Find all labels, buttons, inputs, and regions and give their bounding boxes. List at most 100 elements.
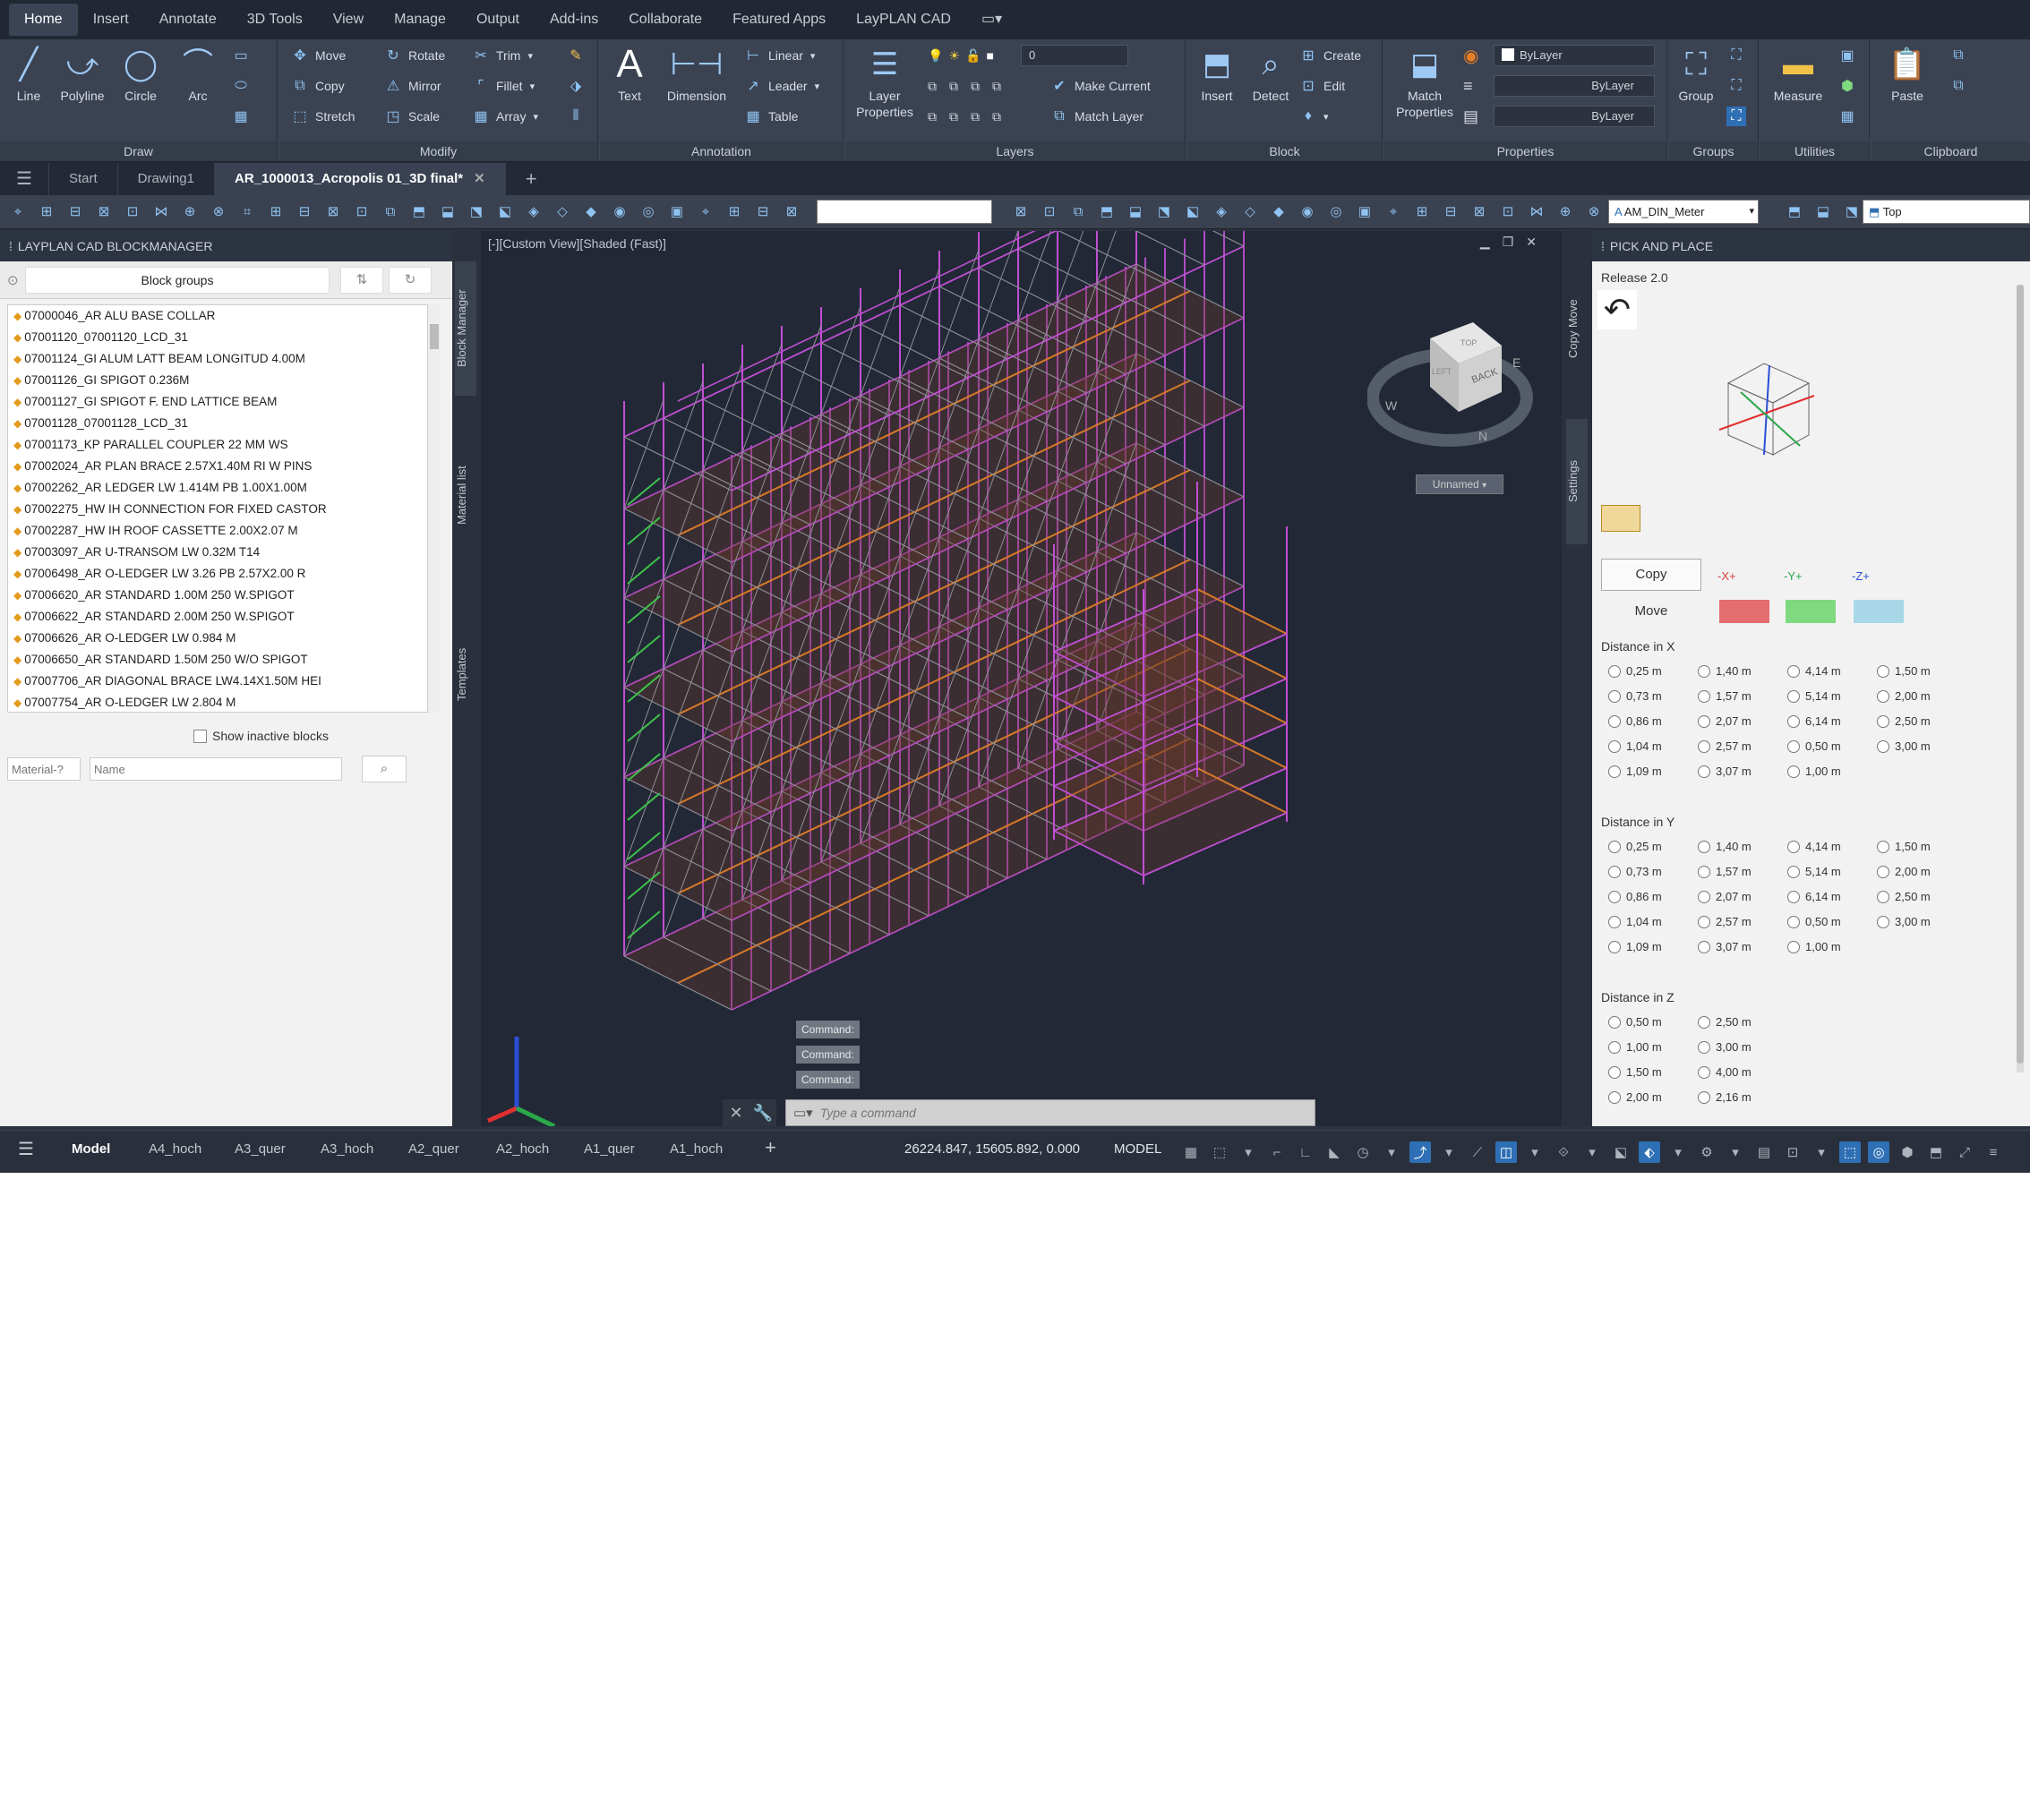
distance-option[interactable]: 1,09 m xyxy=(1608,940,1662,953)
distance-option[interactable]: 2,16 m xyxy=(1698,1090,1752,1104)
lineweight-dropdown[interactable]: ByLayer xyxy=(1494,106,1655,127)
layers-panel-title[interactable]: Layers xyxy=(845,141,1185,161)
layer-unlock-icon[interactable]: ⧉ xyxy=(992,109,1001,124)
tab-start[interactable]: Start xyxy=(49,163,118,195)
mirror-button[interactable]: ⚠ Mirror xyxy=(383,73,441,98)
rectangle-button[interactable]: ▭ xyxy=(231,43,256,68)
distance-option[interactable]: 3,00 m xyxy=(1877,739,1931,753)
dim-style-dropdown[interactable]: A AM_DIN_Meter ▾ xyxy=(1608,200,1759,224)
array-button[interactable]: ▦ Array ▾ xyxy=(471,104,538,129)
arc-button[interactable]: ⌒ Arc xyxy=(176,45,220,104)
command-close-icon[interactable]: ✕ xyxy=(723,1099,749,1126)
distance-option[interactable]: 1,50 m xyxy=(1877,840,1931,853)
distance-option[interactable]: 3,07 m xyxy=(1698,765,1752,778)
trim-button[interactable]: ✂ Trim ▾ xyxy=(471,43,533,68)
distance-option[interactable]: 5,14 m xyxy=(1787,689,1841,703)
status-toggle-icon[interactable]: ⤴ xyxy=(1409,1141,1431,1163)
toolbar-tool-icon[interactable]: ⌗ xyxy=(236,201,258,222)
status-toggle-icon[interactable]: ⚙ xyxy=(1696,1141,1717,1163)
block-list-item[interactable]: ◆ 07001128_07001128_LCD_31 xyxy=(8,413,427,434)
block-list-scrollbar[interactable] xyxy=(428,304,441,713)
layout-tab-a1-quer[interactable]: A1_quer xyxy=(584,1141,635,1157)
toolbar-tool-icon[interactable]: ⊠ xyxy=(1010,201,1032,222)
layer-dropdown[interactable]: 0 xyxy=(1021,45,1128,66)
tab-settings[interactable]: Settings xyxy=(1566,419,1588,544)
toolbar-tool-icon[interactable]: ◈ xyxy=(1211,201,1232,222)
layout-tab-a2-hoch[interactable]: A2_hoch xyxy=(496,1141,549,1157)
toolbar-tool-icon[interactable]: ▣ xyxy=(666,201,688,222)
menu-tab-layplan-cad[interactable]: LayPLAN CAD xyxy=(841,4,966,36)
block-attributes-button[interactable]: ♦ ▾ xyxy=(1298,104,1329,129)
toolbar-tool-icon[interactable]: ⬒ xyxy=(408,201,430,222)
layer-isolate-icon[interactable]: ⧉ xyxy=(928,79,937,94)
block-list-item[interactable]: ◆ 07000046_AR ALU BASE COLLAR xyxy=(8,305,427,327)
tab-copy-move[interactable]: Copy Move xyxy=(1566,261,1588,396)
table-button[interactable]: ▦ Table xyxy=(743,104,798,129)
block-list-item[interactable]: ◆ 07007706_AR DIAGONAL BRACE LW4.14X1.50M… xyxy=(8,671,427,692)
distance-option[interactable]: 2,00 m xyxy=(1608,1090,1662,1104)
distance-option[interactable]: 0,73 m xyxy=(1608,689,1662,703)
block-list-item[interactable]: ◆ 07006498_AR O-LEDGER LW 3.26 PB 2.57X2.… xyxy=(8,563,427,585)
distance-option[interactable]: 0,25 m xyxy=(1608,664,1662,678)
cut-button[interactable]: ⧉ xyxy=(1949,43,1974,68)
toolbar-tool-icon[interactable]: ⊕ xyxy=(1555,201,1576,222)
status-toggle-icon[interactable]: ▾ xyxy=(1438,1141,1460,1163)
distance-option[interactable]: 1,40 m xyxy=(1698,840,1752,853)
distance-option[interactable]: 6,14 m xyxy=(1787,890,1841,903)
menu-tab-add-ins[interactable]: Add-ins xyxy=(535,4,613,36)
distance-option[interactable]: 1,50 m xyxy=(1877,664,1931,678)
filter-button[interactable]: ⇅ xyxy=(340,267,383,294)
status-toggle-icon[interactable]: ⊡ xyxy=(1782,1141,1803,1163)
layout-tab-a3-hoch[interactable]: A3_hoch xyxy=(321,1141,373,1157)
status-toggle-icon[interactable]: ▤ xyxy=(1753,1141,1775,1163)
toolbar-tool-icon[interactable]: ⋈ xyxy=(1526,201,1547,222)
distance-option[interactable]: 1,50 m xyxy=(1608,1065,1662,1079)
status-toggle-icon[interactable]: ▾ xyxy=(1238,1141,1259,1163)
menu-tab-3d-tools[interactable]: 3D Tools xyxy=(232,4,318,36)
status-toggle-icon[interactable]: ⟋ xyxy=(1467,1141,1488,1163)
distance-option[interactable]: 6,14 m xyxy=(1787,714,1841,728)
tab-drawing1[interactable]: Drawing1 xyxy=(118,163,215,195)
distance-option[interactable]: 0,86 m xyxy=(1608,714,1662,728)
distance-option[interactable]: 0,50 m xyxy=(1608,1015,1662,1029)
draw-panel-title[interactable]: Draw xyxy=(0,141,277,161)
toolbar-tool-icon[interactable]: ⊟ xyxy=(64,201,86,222)
command-prompt-icon[interactable]: ▭▾ xyxy=(793,1105,813,1121)
distance-option[interactable]: 5,14 m xyxy=(1787,865,1841,878)
toolbar-tool-icon[interactable]: ◎ xyxy=(1325,201,1347,222)
distance-option[interactable]: 1,00 m xyxy=(1787,765,1841,778)
distance-option[interactable]: 4,14 m xyxy=(1787,664,1841,678)
properties-panel-title[interactable]: Properties xyxy=(1384,141,1666,161)
toolbar-tool-icon[interactable]: ⬔ xyxy=(1841,201,1863,222)
status-toggle-icon[interactable]: ▾ xyxy=(1667,1141,1689,1163)
status-toggle-icon[interactable]: ⬢ xyxy=(1897,1141,1918,1163)
distance-option[interactable]: 0,86 m xyxy=(1608,890,1662,903)
refresh-button[interactable]: ↻ xyxy=(389,267,432,294)
toolbar-tool-icon[interactable]: ⧉ xyxy=(380,201,401,222)
distance-option[interactable]: 2,07 m xyxy=(1698,890,1752,903)
layout-tab-model[interactable]: Model xyxy=(72,1141,110,1157)
menu-icon[interactable]: ☰ xyxy=(0,163,49,195)
z-color-swatch[interactable] xyxy=(1854,600,1904,623)
detect-button[interactable]: ⌕ Detect xyxy=(1245,45,1297,104)
distance-option[interactable]: 1,04 m xyxy=(1608,915,1662,928)
layer-off-icon[interactable]: ⧉ xyxy=(949,79,958,94)
model-space-button[interactable]: MODEL xyxy=(1114,1141,1161,1157)
block-list-item[interactable]: ◆ 07001126_GI SPIGOT 0.236M xyxy=(8,370,427,391)
ruler-icon[interactable] xyxy=(1601,505,1640,532)
block-list-item[interactable]: ◆ 07006650_AR STANDARD 1.50M 250 W/O SPIG… xyxy=(8,649,427,671)
distance-option[interactable]: 0,50 m xyxy=(1787,915,1841,928)
make-current-button[interactable]: ✔ Make Current xyxy=(1049,73,1151,98)
block-list-item[interactable]: ◆ 07001127_GI SPIGOT F. END LATTICE BEAM xyxy=(8,391,427,413)
distance-option[interactable]: 2,00 m xyxy=(1877,865,1931,878)
menu-tab-featured-apps[interactable]: Featured Apps xyxy=(717,4,841,36)
toolbar-tool-icon[interactable]: ⬔ xyxy=(1153,201,1175,222)
toolbar-tool-icon[interactable]: ⊗ xyxy=(208,201,229,222)
distance-option[interactable]: 2,50 m xyxy=(1877,890,1931,903)
match-layer-button[interactable]: ⧉ Match Layer xyxy=(1049,104,1143,129)
view-dropdown[interactable]: ⬒ Top xyxy=(1863,200,2030,224)
toolbar-tool-icon[interactable]: ◈ xyxy=(523,201,544,222)
group-select-button[interactable]: ⛶ xyxy=(1726,104,1752,129)
status-toggle-icon[interactable]: ⬚ xyxy=(1839,1141,1861,1163)
status-toggle-icon[interactable]: ⟐ xyxy=(1553,1141,1574,1163)
